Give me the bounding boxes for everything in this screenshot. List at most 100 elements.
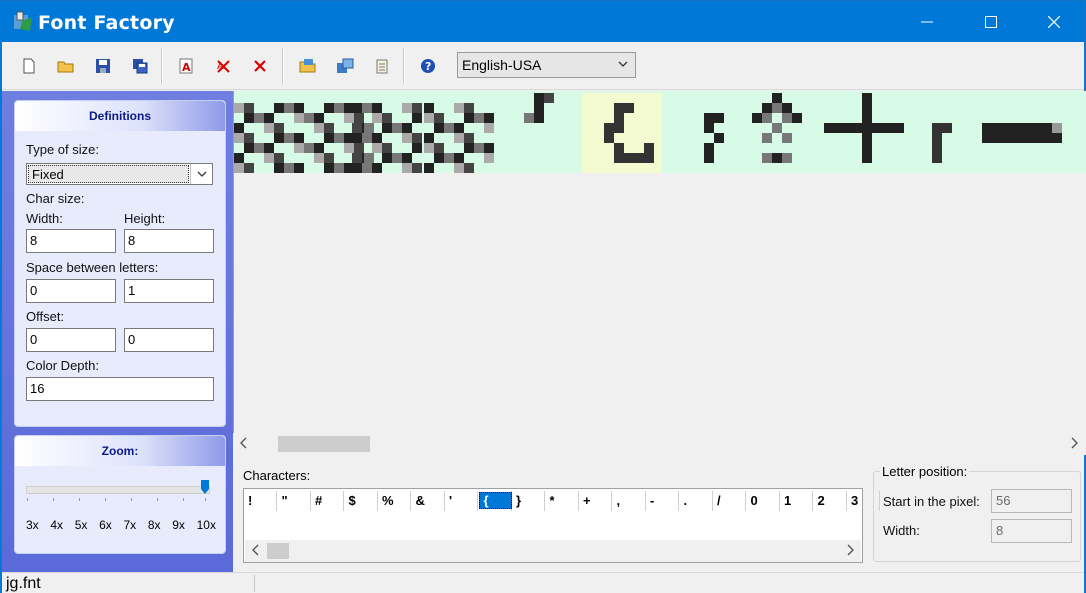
characters-scrollbar[interactable]: [245, 540, 861, 562]
scroll-thumb[interactable]: [267, 543, 289, 559]
close-button[interactable]: [1022, 1, 1086, 42]
character-item[interactable]: ,: [613, 491, 646, 511]
width-field[interactable]: 8: [26, 229, 116, 253]
export-button[interactable]: [333, 54, 357, 78]
character-item[interactable]: }: [512, 491, 545, 511]
zoom-level-label: 10x: [196, 518, 216, 532]
character-item[interactable]: ': [445, 491, 478, 511]
characters-list[interactable]: ! " # $% & '{} * +, -./0 1 2 3: [243, 488, 880, 563]
character-item[interactable]: $: [345, 491, 378, 511]
chevron-down-icon: [197, 171, 206, 177]
export-icon: [337, 58, 354, 73]
glyph-pixel: [464, 163, 474, 173]
glyph-pixel: [782, 113, 792, 123]
character-item[interactable]: *: [546, 491, 579, 511]
glyph-pixel: [304, 143, 314, 153]
space-vertical-field[interactable]: 1: [124, 279, 214, 303]
delete-char-button[interactable]: A: [211, 54, 235, 78]
glyph-pixel: [264, 153, 274, 163]
glyph-pixel: [762, 113, 772, 123]
glyph-pixel: [274, 153, 284, 163]
glyph-pixel: [484, 143, 494, 153]
maximize-button[interactable]: [959, 1, 1023, 42]
type-of-size-select[interactable]: Fixed: [26, 163, 213, 185]
space-between-letters-label: Space between letters:: [26, 260, 159, 275]
minimize-button[interactable]: [895, 1, 959, 42]
save-button[interactable]: [91, 54, 115, 78]
scroll-right-icon[interactable]: [1069, 437, 1079, 449]
glyph-pixel: [762, 153, 772, 163]
color-depth-field[interactable]: 16: [26, 377, 214, 401]
glyph-pixel: [234, 133, 244, 143]
glyph-pixel: [412, 113, 422, 123]
zoom-slider-thumb[interactable]: [201, 480, 209, 494]
glyph-pixel: [424, 113, 434, 123]
glyph-pixel: [324, 153, 334, 163]
glyph-pixel: [402, 123, 412, 133]
glyph-pixel: [844, 123, 854, 133]
character-item[interactable]: .: [680, 491, 713, 511]
glyph-pixel: [372, 143, 382, 153]
character-item[interactable]: {: [478, 491, 512, 511]
glyph-pixel: [314, 123, 324, 133]
language-select[interactable]: English-USA: [457, 52, 636, 78]
open-image-icon: [299, 59, 316, 73]
font-edit-button[interactable]: A: [174, 54, 198, 78]
scroll-left-icon[interactable]: [239, 437, 249, 449]
new-button[interactable]: [17, 54, 41, 78]
glyph-pixel: [484, 113, 494, 123]
scroll-right-icon[interactable]: [845, 544, 855, 556]
character-item[interactable]: /: [713, 491, 746, 511]
glyph-pixel: [412, 143, 422, 153]
definitions-title: Definitions: [15, 101, 225, 131]
height-label: Height:: [124, 211, 166, 226]
glyph-pixel: [344, 143, 354, 153]
glyph-pixel: [294, 143, 304, 153]
open-button[interactable]: [54, 54, 78, 78]
open-image-button[interactable]: [296, 54, 320, 78]
zoom-tick: [53, 498, 54, 501]
space-horizontal-field[interactable]: 0: [26, 279, 116, 303]
glyph-pixel: [992, 133, 1002, 143]
glyph-pixel: [932, 153, 942, 163]
definitions-group: Definitions Type of size: Fixed Char siz…: [14, 100, 226, 427]
glyph-pixel: [244, 143, 254, 153]
zoom-levels: 3x 4x 5x 6x 7x 8x 9x 10x: [26, 518, 216, 532]
glyph-pixel: [244, 133, 254, 143]
character-item[interactable]: -: [646, 491, 679, 511]
glyph-pixel: [334, 163, 344, 173]
character-item[interactable]: 0: [747, 491, 780, 511]
glyph-pixel: [344, 113, 354, 123]
character-item[interactable]: +: [579, 491, 612, 511]
offset-y-field[interactable]: 0: [124, 328, 214, 352]
glyph-pixel: [392, 123, 402, 133]
character-item[interactable]: ": [278, 491, 311, 511]
glyph-pixel: [254, 143, 264, 153]
canvas-horizontal-scrollbar[interactable]: [233, 433, 1086, 455]
glyph-pixel: [354, 143, 364, 153]
start-pixel-field: 56: [991, 489, 1072, 513]
zoom-level-label: 4x: [50, 518, 64, 532]
scroll-thumb[interactable]: [278, 436, 370, 452]
zoom-slider-track[interactable]: [26, 486, 210, 494]
character-item[interactable]: %: [378, 491, 411, 511]
scroll-left-icon[interactable]: [251, 544, 261, 556]
toolbar: A A ? English-USA: [2, 42, 1084, 90]
character-item[interactable]: &: [412, 491, 445, 511]
font-bitmap-strip[interactable]: [234, 91, 1086, 173]
glyph-pixel: [454, 153, 464, 163]
character-item[interactable]: 2: [814, 491, 847, 511]
clipboard-button[interactable]: [370, 54, 394, 78]
left-panel: Definitions Type of size: Fixed Char siz…: [2, 91, 233, 572]
font-canvas[interactable]: [233, 91, 1086, 433]
save-all-button[interactable]: [128, 54, 152, 78]
delete-button[interactable]: [248, 54, 272, 78]
character-item[interactable]: !: [244, 491, 277, 511]
offset-x-field[interactable]: 0: [26, 328, 116, 352]
character-item[interactable]: 1: [780, 491, 813, 511]
help-button[interactable]: ?: [416, 54, 440, 78]
color-depth-label: Color Depth:: [26, 358, 99, 373]
height-field[interactable]: 8: [124, 229, 214, 253]
character-item[interactable]: #: [311, 491, 344, 511]
glyph-pixel: [1012, 133, 1022, 143]
